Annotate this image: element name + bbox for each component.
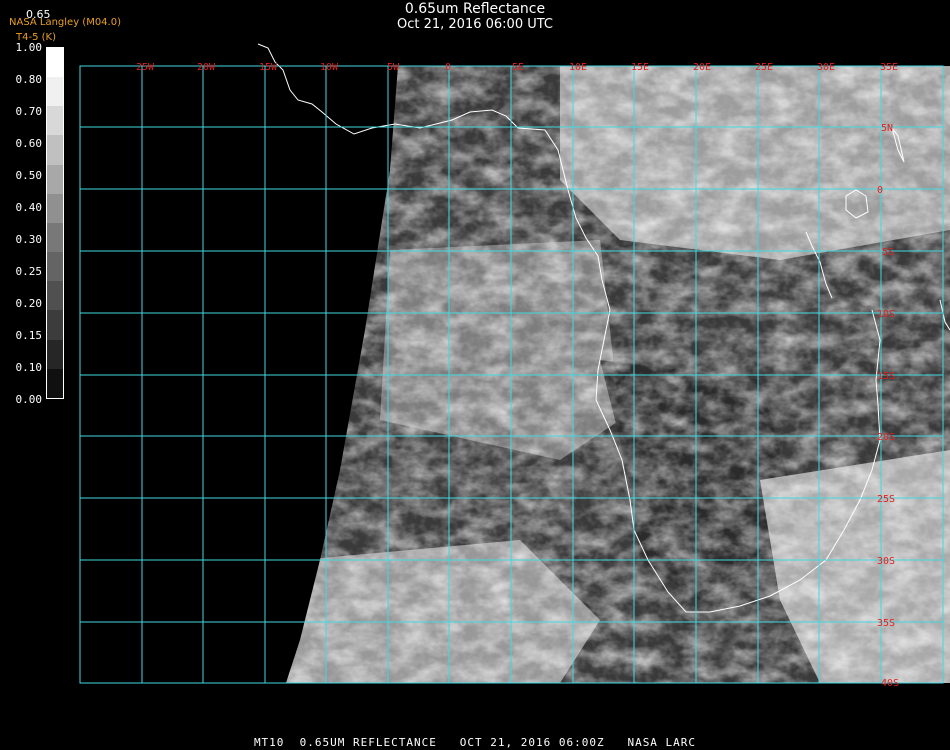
colorbar-tick: 0.15	[15, 329, 43, 342]
colorbar-tick: 0.00	[15, 393, 43, 406]
colorbar-tick: 0.70	[15, 105, 43, 118]
colorbar-swatch	[47, 77, 63, 107]
colorbar-tick: 0.20	[15, 297, 43, 310]
colorbar-swatch	[47, 310, 63, 340]
colorbar-swatch	[47, 281, 63, 311]
lon-label-35e: 35E	[880, 62, 898, 73]
lon-label-25w: 25W	[136, 62, 155, 73]
colorbar-swatch	[47, 135, 63, 165]
satellite-map: 25W 20W 15W 10W 5W 0 5E 10E 15E 20E 25E …	[79, 43, 950, 689]
lon-label-0: 0	[445, 62, 451, 73]
credit-label: NASA Langley (M04.0)	[9, 17, 121, 28]
lon-label-30e: 30E	[817, 62, 835, 73]
colorbar-swatch	[47, 252, 63, 282]
colorbar-swatch	[47, 48, 63, 78]
map-subtitle: Oct 21, 2016 06:00 UTC	[397, 17, 553, 32]
lat-label-25s: 25S	[877, 494, 895, 505]
colorbar-tick: 0.80	[15, 73, 43, 86]
colorbar-tick: 0.40	[15, 201, 43, 214]
lon-label-15w: 15W	[259, 62, 278, 73]
lat-label-10s: 10S	[877, 309, 895, 320]
colorbar-tick: 0.25	[15, 265, 43, 278]
lon-label-5e: 5E	[512, 62, 524, 73]
colorbar-swatch	[47, 164, 63, 194]
lon-label-20e: 20E	[693, 62, 711, 73]
map-title: 0.65um Reflectance	[404, 1, 546, 17]
colorbar-tick: 1.00	[15, 41, 43, 54]
colorbar-swatch	[47, 368, 63, 398]
lat-label-0: 0	[877, 185, 883, 196]
lat-label-5s: 5S	[882, 247, 894, 258]
lat-label-40s: 40S	[881, 678, 899, 689]
lat-label-35s: 35S	[877, 618, 895, 629]
lon-label-10e: 10E	[569, 62, 587, 73]
lat-label-20s: 20S	[877, 432, 895, 443]
colorbar-swatch	[47, 222, 63, 253]
colorbar-tick: 0.30	[15, 233, 43, 246]
lat-label-15s: 15S	[877, 371, 895, 382]
colorbar-tick: 0.50	[15, 169, 43, 182]
lon-label-5w: 5W	[387, 62, 400, 73]
colorbar-tick: 0.60	[15, 137, 43, 150]
lat-label-30s: 30S	[877, 556, 895, 567]
colorbar-swatch	[47, 339, 63, 369]
lon-label-25e: 25E	[755, 62, 773, 73]
lat-label-5n: 5N	[881, 123, 893, 134]
colorbar-tick: 0.10	[15, 361, 43, 374]
lon-label-10w: 10W	[320, 62, 339, 73]
lon-label-20w: 20W	[197, 62, 216, 73]
colorbar	[46, 47, 64, 399]
footer-caption: MT10 0.65UM REFLECTANCE OCT 21, 2016 06:…	[253, 736, 697, 749]
colorbar-swatch	[47, 193, 63, 223]
lon-label-15e: 15E	[631, 62, 649, 73]
colorbar-swatch	[47, 106, 63, 136]
